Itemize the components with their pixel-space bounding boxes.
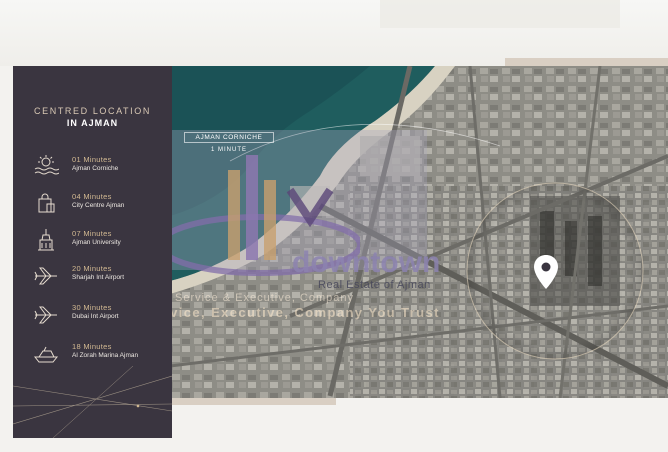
background-paper <box>0 0 668 66</box>
item-place: City Centre Ajman <box>72 202 125 209</box>
location-pin-icon[interactable] <box>533 254 559 290</box>
shopping-bag-icon <box>38 193 55 213</box>
item-time: 07 Minutes <box>72 229 112 238</box>
watermark-tagline-top: Service & Executive, Company <box>175 292 355 304</box>
yacht-icon <box>33 346 59 363</box>
item-place: Dubai Int Airport <box>72 313 119 320</box>
callout-title: AJMAN CORNICHE <box>184 132 274 143</box>
watermark-tagline-bottom: Service, Executive, Company You Trust <box>145 305 440 320</box>
list-item: 20 Minutes Sharjah Int Airport <box>33 263 172 291</box>
airplane-icon <box>34 306 57 324</box>
panel-heading: CENTRED LOCATION <box>34 106 151 116</box>
paper-texture <box>380 0 620 28</box>
item-place: Ajman University <box>72 239 121 246</box>
item-time: 04 Minutes <box>72 192 112 201</box>
corniche-callout: AJMAN CORNICHE 1 MINUTE <box>184 132 274 158</box>
list-item: 01 Minutes Ajman Corniche <box>33 154 172 182</box>
watermark-brand: downtown <box>292 246 441 279</box>
list-item: 18 Minutes Al Zorah Marina Ajman <box>33 341 172 369</box>
item-place: Sharjah Int Airport <box>72 274 125 281</box>
watermark-brand-subtitle: Real Estate of Ajman <box>318 279 431 291</box>
location-info-panel: CENTRED LOCATION IN AJMAN 01 Minutes Ajm… <box>13 66 172 438</box>
list-item: 04 Minutes City Centre Ajman <box>33 191 172 219</box>
list-item: 07 Minutes Ajman University <box>33 228 172 256</box>
callout-time: 1 MINUTE <box>210 147 247 153</box>
item-time: 18 Minutes <box>72 342 112 351</box>
item-place: Al Zorah Marina Ajman <box>72 352 139 359</box>
frame-top <box>505 58 668 66</box>
beach-icon <box>34 155 59 175</box>
university-icon <box>38 229 54 251</box>
item-time: 01 Minutes <box>72 155 112 164</box>
airplane-icon <box>34 267 57 285</box>
item-time: 20 Minutes <box>72 264 112 273</box>
decorative-lines <box>13 366 172 438</box>
frame-bottom <box>170 398 336 405</box>
list-item: 30 Minutes Dubai Int Airport <box>33 302 172 330</box>
item-place: Ajman Corniche <box>72 165 119 172</box>
panel-subheading: IN AJMAN <box>66 118 119 128</box>
item-time: 30 Minutes <box>72 303 112 312</box>
